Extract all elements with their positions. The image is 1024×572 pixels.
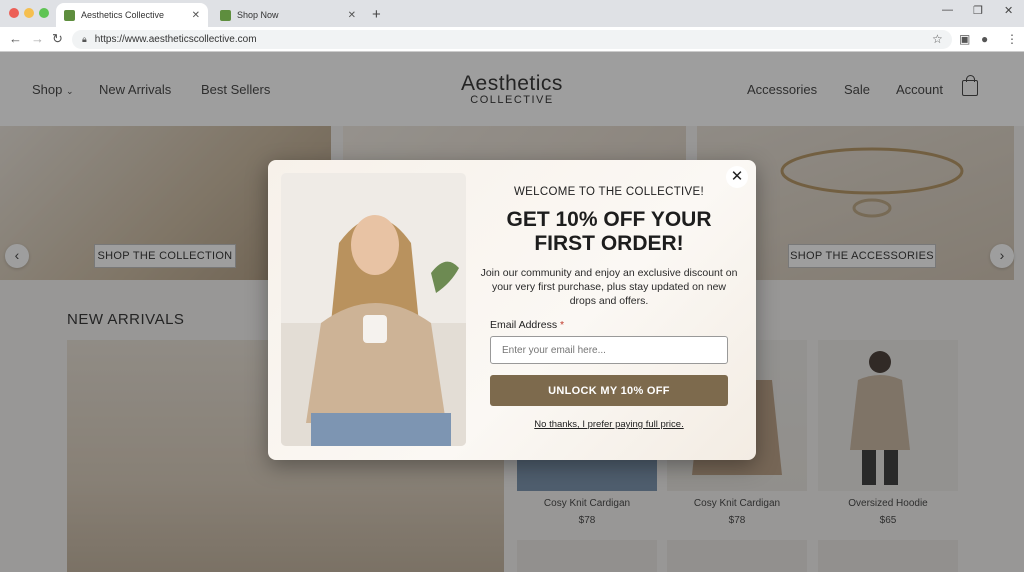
email-input[interactable] — [490, 336, 728, 364]
close-tab-icon[interactable]: ✕ — [348, 10, 356, 21]
side-panel-icon[interactable]: ▣ — [959, 32, 970, 46]
maximize-window-icon[interactable] — [39, 8, 49, 18]
menu-kebab-icon[interactable]: ⋮ — [1006, 32, 1018, 46]
close-tab-icon[interactable]: ✕ — [192, 10, 200, 21]
unlock-discount-button[interactable]: UNLOCK MY 10% OFF — [490, 375, 728, 406]
tab-aesthetics-collective[interactable]: Aesthetics Collective ✕ — [56, 3, 208, 27]
woman-with-mug-illustration — [281, 173, 466, 446]
browser-chrome: Aesthetics Collective ✕ Shop Now ✕ + — ❐… — [0, 0, 1024, 52]
address-bar-row: ← → ↻ 🔒︎ https://www.aestheticscollectiv… — [0, 27, 1024, 52]
email-label: Email Address * — [490, 319, 565, 331]
profile-icon[interactable]: ● — [981, 32, 988, 46]
reload-icon[interactable]: ↻ — [52, 31, 63, 47]
shopify-favicon-icon — [220, 9, 231, 21]
close-popup-icon[interactable]: ✕ — [726, 166, 748, 188]
close-window-icon[interactable] — [9, 8, 19, 18]
popup-welcome: WELCOME TO THE COLLECTIVE! — [514, 186, 704, 198]
required-mark: * — [560, 319, 565, 331]
new-tab-icon[interactable]: + — [372, 6, 381, 23]
decline-offer-link[interactable]: No thanks, I prefer paying full price. — [478, 419, 740, 430]
url-text: https://www.aestheticscollective.com — [94, 34, 257, 45]
lock-icon: 🔒︎ — [82, 34, 87, 44]
tab-title: Aesthetics Collective — [81, 10, 165, 20]
bookmark-star-icon[interactable]: ☆ — [932, 32, 943, 46]
tab-title: Shop Now — [237, 10, 279, 20]
restore-icon[interactable]: ❐ — [973, 4, 983, 17]
tab-shop-now[interactable]: Shop Now ✕ — [212, 3, 364, 27]
popup-headline: GET 10% OFF YOUR FIRST ORDER! — [478, 208, 740, 256]
tab-bar: Aesthetics Collective ✕ Shop Now ✕ + — ❐… — [0, 0, 1024, 27]
popup-description: Join our community and enjoy an exclusiv… — [480, 267, 738, 307]
discount-popup: ✕ WELCOME TO THE COLLECTIVE! GET 10% OFF… — [268, 160, 756, 460]
back-icon[interactable]: ← — [9, 31, 22, 46]
headline-line-1: GET 10% OFF YOUR — [506, 208, 712, 231]
forward-icon[interactable]: → — [31, 31, 44, 46]
minimize-icon[interactable]: — — [942, 4, 953, 16]
shopify-favicon-icon — [64, 9, 75, 21]
minimize-window-icon[interactable] — [24, 8, 34, 18]
store-page: Shop ⌄ New Arrivals Best Sellers Aesthet… — [0, 52, 1024, 572]
url-field[interactable]: 🔒︎ https://www.aestheticscollective.com — [72, 30, 952, 49]
headline-line-2: FIRST ORDER! — [534, 232, 684, 255]
close-icon[interactable]: ✕ — [1004, 4, 1013, 17]
popup-model-image — [281, 173, 466, 446]
